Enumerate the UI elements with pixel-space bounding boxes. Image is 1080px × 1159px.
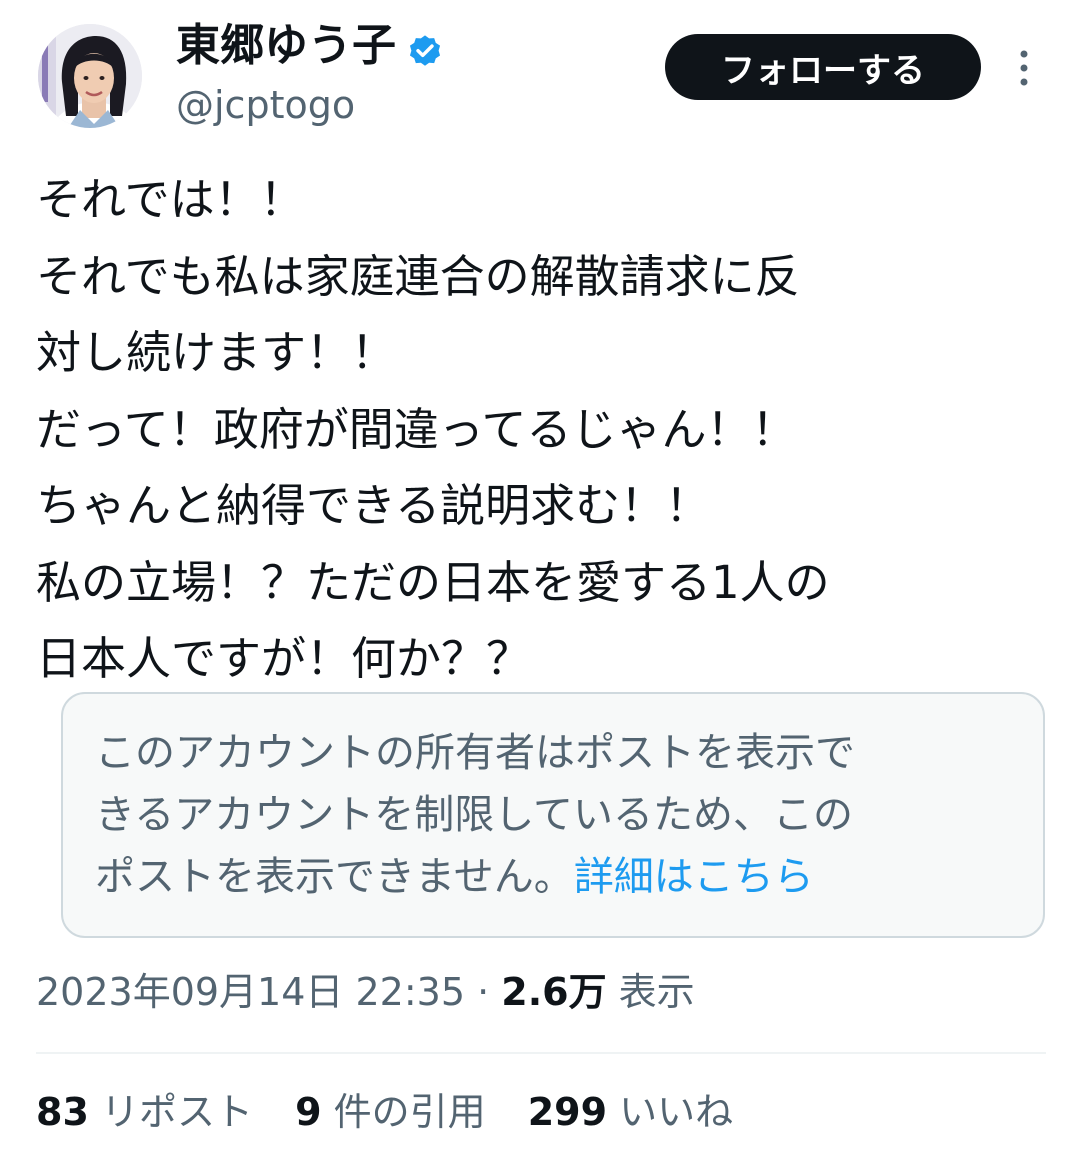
repost-label: リポスト xyxy=(88,1090,253,1134)
tweet-line: 対し続けます！！ xyxy=(36,326,397,379)
verified-badge-icon xyxy=(406,27,444,66)
user-handle[interactable]: @jcptogo xyxy=(176,80,355,130)
meta-separator: · xyxy=(465,970,502,1014)
notice-line: このアカウントの所有者はポストを表示で xyxy=(95,730,855,776)
timestamp[interactable]: 2023年09月14日 22:35 xyxy=(36,970,465,1014)
repost-count: 83 xyxy=(36,1090,89,1134)
follow-button[interactable]: フォローする xyxy=(665,34,981,100)
tweet-line: ちゃんと納得できる説明求む！！ xyxy=(36,479,711,532)
like-label: いいね xyxy=(607,1090,734,1134)
views-label: 表示 xyxy=(606,970,695,1014)
tweet-text: それでは！！ それでも私は家庭連合の解散請求に反 対し続けます！！ だって！政府… xyxy=(36,162,1046,698)
display-name-text: 東郷ゆう子 xyxy=(176,20,396,71)
display-name[interactable]: 東郷ゆう子 xyxy=(176,16,444,76)
tweet-line: それでも私は家庭連合の解散請求に反 xyxy=(36,249,800,303)
views-count: 2.6万 xyxy=(501,970,607,1014)
tweet-line: だって！政府が間違ってるじゃん！！ xyxy=(36,402,797,456)
avatar-photo xyxy=(38,24,142,128)
stat-reposts[interactable]: 83 リポスト xyxy=(36,1082,253,1142)
tweet-meta: 2023年09月14日 22:35 · 2.6万 表示 xyxy=(36,962,695,1022)
stat-likes[interactable]: 299 いいね xyxy=(528,1082,733,1142)
quote-label: 件の引用 xyxy=(321,1090,486,1134)
stat-quotes[interactable]: 9 件の引用 xyxy=(295,1082,486,1142)
learn-more-link[interactable]: 詳細はこちら xyxy=(574,854,814,900)
like-count: 299 xyxy=(527,1090,608,1134)
restricted-quote-notice: このアカウントの所有者はポストを表示で きるアカウントを制限しているため、この … xyxy=(61,692,1045,938)
notice-text: このアカウントの所有者はポストを表示で きるアカウントを制限しているため、この … xyxy=(95,722,855,908)
quote-count: 9 xyxy=(295,1090,322,1134)
notice-line: ポストを表示できません。詳細はこちら xyxy=(95,846,855,908)
engagement-stats: 83 リポスト 9 件の引用 299 いいね xyxy=(36,1082,763,1142)
avatar[interactable] xyxy=(38,24,142,128)
tweet-line: それでは！！ xyxy=(36,173,305,226)
notice-line: きるアカウントを制限しているため、この xyxy=(95,792,853,838)
more-vertical-icon[interactable] xyxy=(1012,44,1036,92)
tweet-line: 私の立場！？ただの日本を愛する1人の xyxy=(36,555,830,609)
divider xyxy=(36,1052,1046,1054)
notice-line-text: ポストを表示できません。 xyxy=(95,854,574,900)
tweet-line: 日本人ですが！何か？？ xyxy=(36,632,532,685)
